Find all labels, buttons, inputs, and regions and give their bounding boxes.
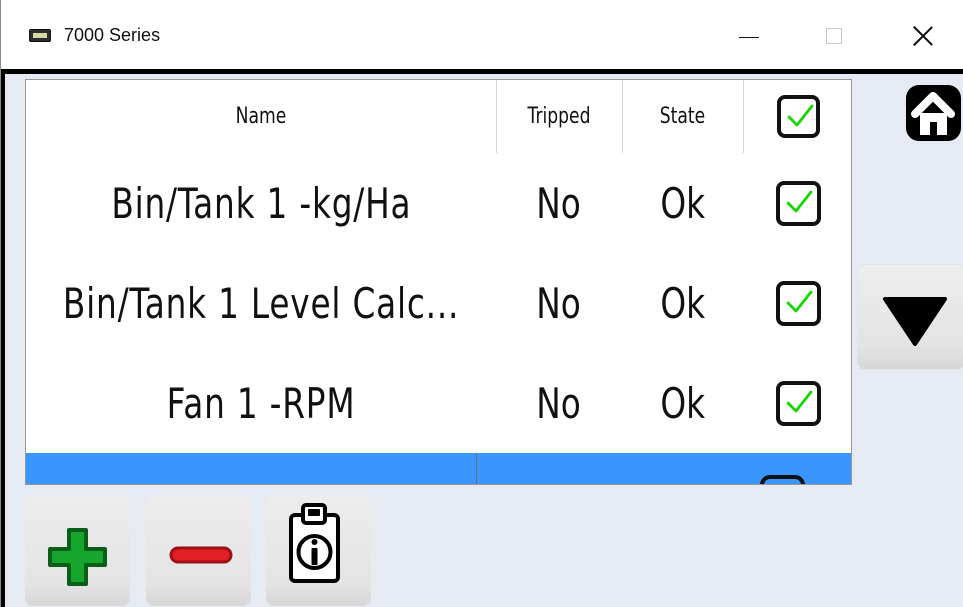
maximize-button[interactable] [811, 8, 857, 63]
row-tripped-cell: No [496, 353, 622, 453]
minus-icon [169, 546, 233, 564]
scroll-down-button[interactable] [857, 264, 963, 370]
alarm-table[interactable]: Name Tripped State Bin/Tank 1 -kg/Ha No [25, 79, 852, 485]
clipboard-info-icon [289, 503, 340, 583]
add-button[interactable] [25, 495, 130, 606]
close-icon [912, 25, 934, 47]
partial-checkbox-icon[interactable] [760, 475, 805, 484]
device-icon [29, 29, 51, 42]
row-name-cell: Bin/Tank 1 -kg/Ha [26, 153, 496, 253]
row-checkbox-cell [743, 253, 851, 353]
row-tripped-cell: No [496, 153, 622, 253]
plus-icon [48, 528, 107, 586]
checkmark-icon [786, 390, 812, 412]
row-state-value: Ok [660, 178, 705, 228]
enabled-checkbox-icon[interactable] [775, 180, 821, 226]
row-tripped-value: No [536, 278, 582, 328]
title-bar: 7000 Series [1, 0, 963, 70]
main-content: Name Tripped State Bin/Tank 1 -kg/Ha No [1, 70, 963, 607]
maximize-icon [826, 27, 842, 44]
tripped-column-header[interactable]: Tripped [510, 80, 608, 153]
row-state-cell: Ok [622, 353, 743, 453]
row-name: Bin/Tank 1 Level Calc... [62, 278, 460, 328]
remove-button[interactable] [146, 495, 251, 606]
checkmark-icon [787, 104, 813, 127]
row-state-value: Ok [660, 278, 705, 328]
column-divider [622, 80, 623, 153]
triangle-down-icon [883, 297, 947, 346]
checkmark-icon [786, 190, 812, 212]
table-row[interactable]: Bin/Tank 1 Level Calc... No Ok [26, 253, 851, 353]
row-name: Fan 1 -RPM [166, 378, 356, 428]
row-tripped-value: No [536, 178, 582, 228]
row-name-cell: Bin/Tank 1 Level Calc... [26, 253, 496, 353]
minimize-icon [739, 36, 759, 39]
table-row[interactable]: Fan 1 -RPM No Ok [26, 353, 851, 453]
home-icon [906, 85, 961, 141]
home-button[interactable] [898, 79, 963, 152]
close-button[interactable] [900, 8, 946, 63]
minimize-button[interactable] [726, 8, 772, 63]
row-state-cell: Ok [622, 153, 743, 253]
selected-row-name-cell [26, 453, 477, 484]
app-window: 7000 Series Name Tripped State Bin/Tank … [0, 0, 963, 607]
enabled-checkbox-icon[interactable] [775, 380, 821, 426]
row-name: Bin/Tank 1 -kg/Ha [110, 178, 412, 228]
info-button[interactable] [266, 495, 371, 606]
row-name-cell: Fan 1 -RPM [26, 353, 496, 453]
row-state-value: Ok [660, 378, 705, 428]
table-row[interactable]: Bin/Tank 1 -kg/Ha No Ok [26, 153, 851, 253]
selected-table-row[interactable] [26, 453, 851, 484]
row-checkbox-cell [743, 153, 851, 253]
header-checkbox-cell [743, 80, 851, 153]
checkmark-icon [786, 290, 812, 312]
row-state-cell: Ok [622, 253, 743, 353]
row-tripped-cell: No [496, 253, 622, 353]
window-title: 7000 Series [64, 25, 161, 45]
enabled-checkbox-icon[interactable] [775, 280, 821, 326]
name-column-header[interactable]: Name [78, 80, 445, 153]
column-divider [496, 80, 497, 153]
state-column-header[interactable]: State [635, 80, 729, 153]
row-tripped-value: No [536, 378, 582, 428]
row-checkbox-cell [743, 353, 851, 453]
select-all-checkbox-icon[interactable] [776, 95, 820, 138]
